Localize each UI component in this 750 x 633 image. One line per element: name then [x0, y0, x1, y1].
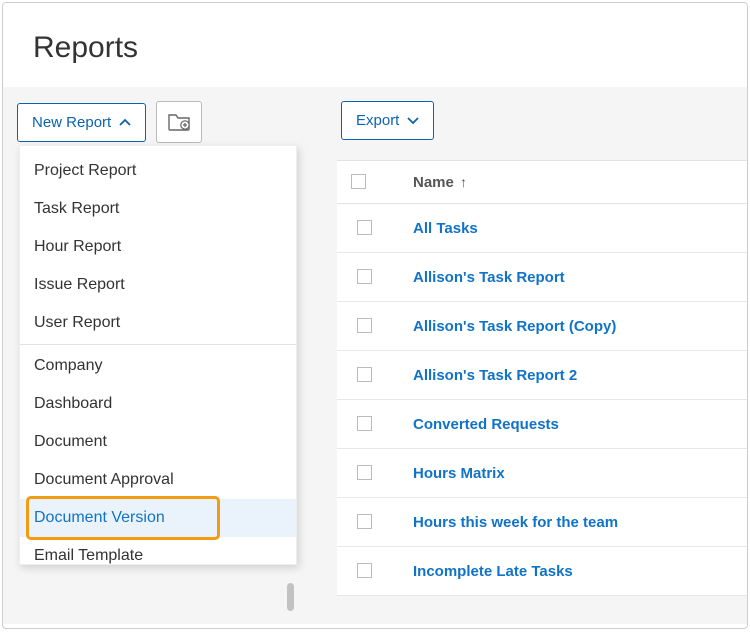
left-panel: New Report Project Rep: [3, 87, 323, 624]
new-report-label: New Report: [32, 114, 111, 131]
dropdown-separator: [20, 344, 296, 345]
table-row: All Tasks: [337, 204, 747, 253]
table-row: Allison's Task Report: [337, 253, 747, 302]
left-toolbar: New Report: [17, 101, 309, 143]
export-button[interactable]: Export: [341, 101, 434, 140]
row-checkbox[interactable]: [357, 465, 372, 480]
dropdown-item[interactable]: Dashboard: [20, 385, 296, 423]
table-row: Allison's Task Report 2: [337, 351, 747, 400]
page-title: Reports: [33, 31, 717, 65]
export-label: Export: [356, 112, 399, 129]
right-panel: Export Name ↑ All TasksAllison's T: [323, 87, 747, 624]
row-checkbox[interactable]: [357, 269, 372, 284]
table-row: Allison's Task Report (Copy): [337, 302, 747, 351]
table-row: Hours Matrix: [337, 449, 747, 498]
row-checkbox-cell: [351, 513, 397, 531]
dropdown-item[interactable]: Company: [20, 347, 296, 385]
row-checkbox[interactable]: [357, 220, 372, 235]
row-checkbox-cell: [351, 219, 397, 237]
row-checkbox[interactable]: [357, 563, 372, 578]
chevron-up-icon: [119, 118, 131, 126]
report-link[interactable]: Hours Matrix: [397, 465, 505, 482]
row-checkbox-cell: [351, 464, 397, 482]
table-row: Converted Requests: [337, 400, 747, 449]
chevron-down-icon: [407, 117, 419, 125]
scrollbar-thumb[interactable]: [287, 583, 294, 611]
row-checkbox-cell: [351, 415, 397, 433]
folder-plus-icon: [167, 112, 191, 132]
app-frame: Reports New Report: [2, 2, 748, 629]
row-checkbox-cell: [351, 268, 397, 286]
report-link[interactable]: Converted Requests: [397, 416, 559, 433]
dropdown-item[interactable]: Hour Report: [20, 228, 296, 266]
new-report-button[interactable]: New Report: [17, 103, 146, 142]
dropdown-item[interactable]: User Report: [20, 304, 296, 342]
row-checkbox-cell: [351, 562, 397, 580]
dropdown-item[interactable]: Document Approval: [20, 461, 296, 499]
row-checkbox-cell: [351, 366, 397, 384]
report-link[interactable]: Allison's Task Report: [397, 269, 565, 286]
report-link[interactable]: Incomplete Late Tasks: [397, 563, 573, 580]
dropdown-item[interactable]: Document Version: [20, 499, 296, 537]
dropdown-item[interactable]: Issue Report: [20, 266, 296, 304]
sort-asc-icon: ↑: [460, 174, 467, 190]
table-header-row: Name ↑: [337, 161, 747, 204]
dropdown-item[interactable]: Project Report: [20, 152, 296, 190]
table-row: Incomplete Late Tasks: [337, 547, 747, 596]
report-link[interactable]: Allison's Task Report 2: [397, 367, 577, 384]
row-checkbox-cell: [351, 317, 397, 335]
report-link[interactable]: Hours this week for the team: [397, 514, 618, 531]
report-link[interactable]: All Tasks: [397, 220, 478, 237]
dropdown-item[interactable]: Document: [20, 423, 296, 461]
reports-table: Name ↑ All Tasks Allison's Task Report All…: [337, 160, 747, 596]
select-all-checkbox[interactable]: [351, 174, 366, 189]
row-checkbox[interactable]: [357, 318, 372, 333]
header: Reports: [3, 3, 747, 87]
dropdown-item[interactable]: Task Report: [20, 190, 296, 228]
new-report-dropdown: Project ReportTask ReportHour ReportIssu…: [19, 145, 297, 565]
right-toolbar: Export: [337, 101, 747, 140]
new-folder-button[interactable]: [156, 101, 202, 143]
table-row: Hours this week for the team: [337, 498, 747, 547]
row-checkbox[interactable]: [357, 514, 372, 529]
column-header-name[interactable]: Name ↑: [397, 174, 467, 191]
select-all-cell: [351, 173, 397, 191]
dropdown-item[interactable]: Email Template: [20, 537, 296, 575]
report-link[interactable]: Allison's Task Report (Copy): [397, 318, 616, 335]
content-area: New Report Project Rep: [3, 87, 747, 624]
row-checkbox[interactable]: [357, 416, 372, 431]
row-checkbox[interactable]: [357, 367, 372, 382]
column-header-name-label: Name: [413, 174, 454, 191]
